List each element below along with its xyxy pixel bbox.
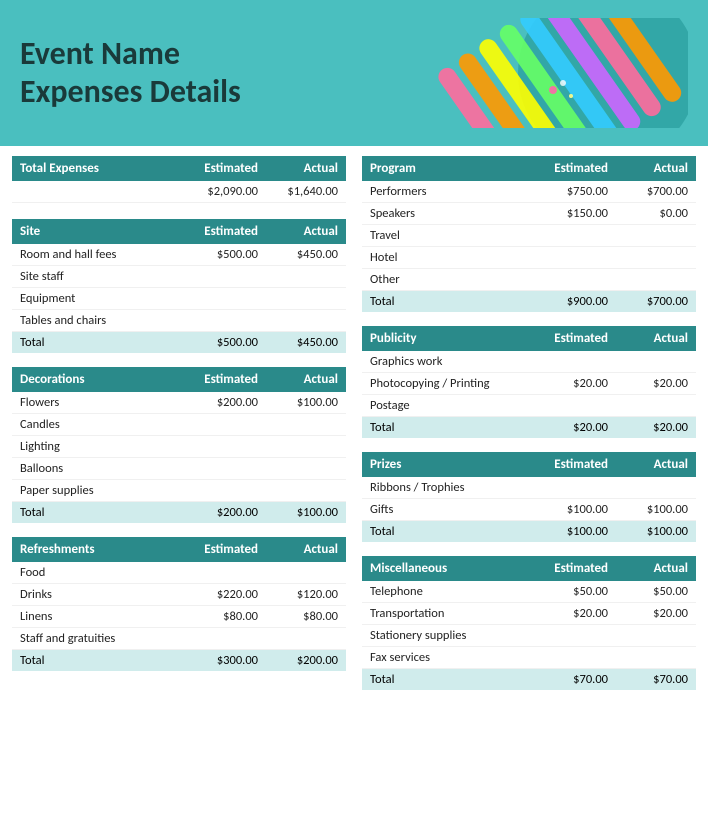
refreshments-total-row: Total $300.00 $200.00 — [12, 650, 346, 672]
program-section: Program Estimated Actual Performers $750… — [362, 156, 696, 312]
table-row: Performers $750.00 $700.00 — [362, 181, 696, 203]
table-row: Postage — [362, 395, 696, 417]
total-expenses-actual: $1,640.00 — [266, 181, 346, 203]
total-expenses-estimated-header: Estimated — [186, 156, 266, 181]
decorations-header: Decorations — [12, 367, 186, 392]
site-header: Site — [12, 219, 186, 244]
publicity-total-row: Total $20.00 $20.00 — [362, 417, 696, 439]
table-row: Ribbons / Trophies — [362, 477, 696, 499]
publicity-header: Publicity — [362, 326, 536, 351]
table-row: Room and hall fees $500.00 $450.00 — [12, 244, 346, 266]
refreshments-header: Refreshments — [12, 537, 186, 562]
table-row: Hotel — [362, 247, 696, 269]
table-row: Transportation $20.00 $20.00 — [362, 603, 696, 625]
table-row: Site staff — [12, 266, 346, 288]
site-section: Site Estimated Actual Room and hall fees… — [12, 219, 346, 353]
title-line1: Event Name — [20, 34, 180, 73]
miscellaneous-section: Miscellaneous Estimated Actual Telephone… — [362, 556, 696, 690]
table-row: Stationery supplies — [362, 625, 696, 647]
page-title: Event Name Expenses Details — [20, 35, 241, 112]
decorations-total-row: Total $200.00 $100.00 — [12, 502, 346, 524]
table-row: Photocopying / Printing $20.00 $20.00 — [362, 373, 696, 395]
program-total-row: Total $900.00 $700.00 — [362, 291, 696, 313]
table-row: Flowers $200.00 $100.00 — [12, 392, 346, 414]
total-expenses-actual-header: Actual — [266, 156, 346, 181]
table-row: Drinks $220.00 $120.00 — [12, 584, 346, 606]
table-row: Candles — [12, 414, 346, 436]
site-actual-header: Actual — [266, 219, 346, 244]
main-content: Total Expenses Estimated Actual $2,090.0… — [0, 146, 708, 714]
table-row: Food — [12, 562, 346, 584]
prizes-total-row: Total $100.00 $100.00 — [362, 521, 696, 543]
right-column: Program Estimated Actual Performers $750… — [362, 156, 696, 704]
table-row: Lighting — [12, 436, 346, 458]
miscellaneous-total-row: Total $70.00 $70.00 — [362, 669, 696, 691]
table-row: Graphics work — [362, 351, 696, 373]
prizes-header: Prizes — [362, 452, 536, 477]
total-expenses-label: Total Expenses — [12, 156, 186, 181]
total-expenses-section: Total Expenses Estimated Actual $2,090.0… — [12, 156, 346, 203]
table-row: Telephone $50.00 $50.00 — [362, 581, 696, 603]
prizes-section: Prizes Estimated Actual Ribbons / Trophi… — [362, 452, 696, 542]
left-column: Total Expenses Estimated Actual $2,090.0… — [12, 156, 346, 704]
total-expenses-estimated: $2,090.00 — [186, 181, 266, 203]
title-line2: Expenses Details — [20, 72, 241, 111]
table-row: Equipment — [12, 288, 346, 310]
table-row: Gifts $100.00 $100.00 — [362, 499, 696, 521]
table-row: Paper supplies — [12, 480, 346, 502]
program-header: Program — [362, 156, 536, 181]
site-total-row: Total $500.00 $450.00 — [12, 332, 346, 354]
page-header: Event Name Expenses Details — [0, 0, 708, 146]
table-row: Staff and gratuities — [12, 628, 346, 650]
table-row: Other — [362, 269, 696, 291]
miscellaneous-header: Miscellaneous — [362, 556, 536, 581]
publicity-section: Publicity Estimated Actual Graphics work… — [362, 326, 696, 438]
table-row: Speakers $150.00 $0.00 — [362, 203, 696, 225]
decorations-section: Decorations Estimated Actual Flowers $20… — [12, 367, 346, 523]
table-row: Fax services — [362, 647, 696, 669]
table-row: Balloons — [12, 458, 346, 480]
header-graphic — [408, 18, 688, 128]
table-row: Tables and chairs — [12, 310, 346, 332]
table-row: Linens $80.00 $80.00 — [12, 606, 346, 628]
table-row: Travel — [362, 225, 696, 247]
site-estimated-header: Estimated — [186, 219, 266, 244]
refreshments-section: Refreshments Estimated Actual Food Drink… — [12, 537, 346, 671]
